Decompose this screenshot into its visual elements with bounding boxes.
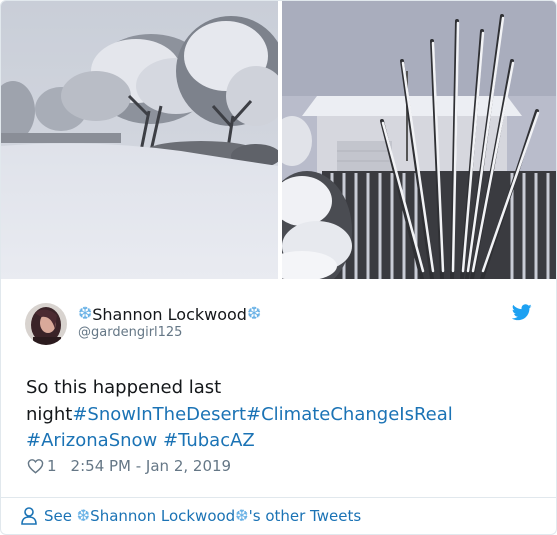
avatar[interactable] [25, 303, 67, 345]
footer-see: See [44, 507, 72, 525]
author-name[interactable]: ❆ Shannon Lockwood ❆ [78, 303, 261, 325]
tweet-text: So this happened last night#SnowInTheDes… [26, 375, 536, 455]
snowy-yard-photo[interactable] [1, 1, 278, 279]
tweet-card: ❆ Shannon Lockwood ❆ @gardengirl125 So t… [0, 0, 557, 535]
like-count[interactable]: 1 [47, 457, 57, 475]
divider [1, 497, 556, 498]
tweet-timestamp[interactable]: 2:54 PM - Jan 2, 2019 [71, 457, 232, 475]
person-icon [21, 507, 37, 525]
hashtag-link[interactable]: #ArizonaSnow [26, 430, 157, 451]
other-tweets-link[interactable]: See ❆ Shannon Lockwood ❆'s other Tweets [21, 505, 361, 527]
author-name-text[interactable]: Shannon Lockwood [92, 305, 247, 324]
snowy-ocotillo-photo[interactable] [282, 1, 556, 279]
author-handle[interactable]: @gardengirl125 [78, 325, 182, 340]
snowflake-icon: ❆ [76, 506, 91, 525]
tweet-meta: 1 2:54 PM - Jan 2, 2019 [27, 455, 231, 477]
twitter-bird-icon[interactable] [512, 304, 532, 321]
footer-suffix: 's other Tweets [248, 507, 362, 525]
snowflake-icon: ❆ [246, 303, 262, 324]
hashtag-link[interactable]: #TubacAZ [163, 430, 255, 451]
snowflake-icon: ❆ [235, 506, 249, 525]
tweet-photos [1, 1, 556, 279]
hashtag-link[interactable]: #SnowInTheDesert [72, 404, 246, 425]
hashtag-link[interactable]: #ClimateChangeIsReal [246, 404, 453, 425]
footer-author-name: Shannon Lockwood [90, 507, 236, 525]
snowflake-icon: ❆ [78, 303, 93, 324]
heart-icon[interactable] [27, 458, 44, 474]
